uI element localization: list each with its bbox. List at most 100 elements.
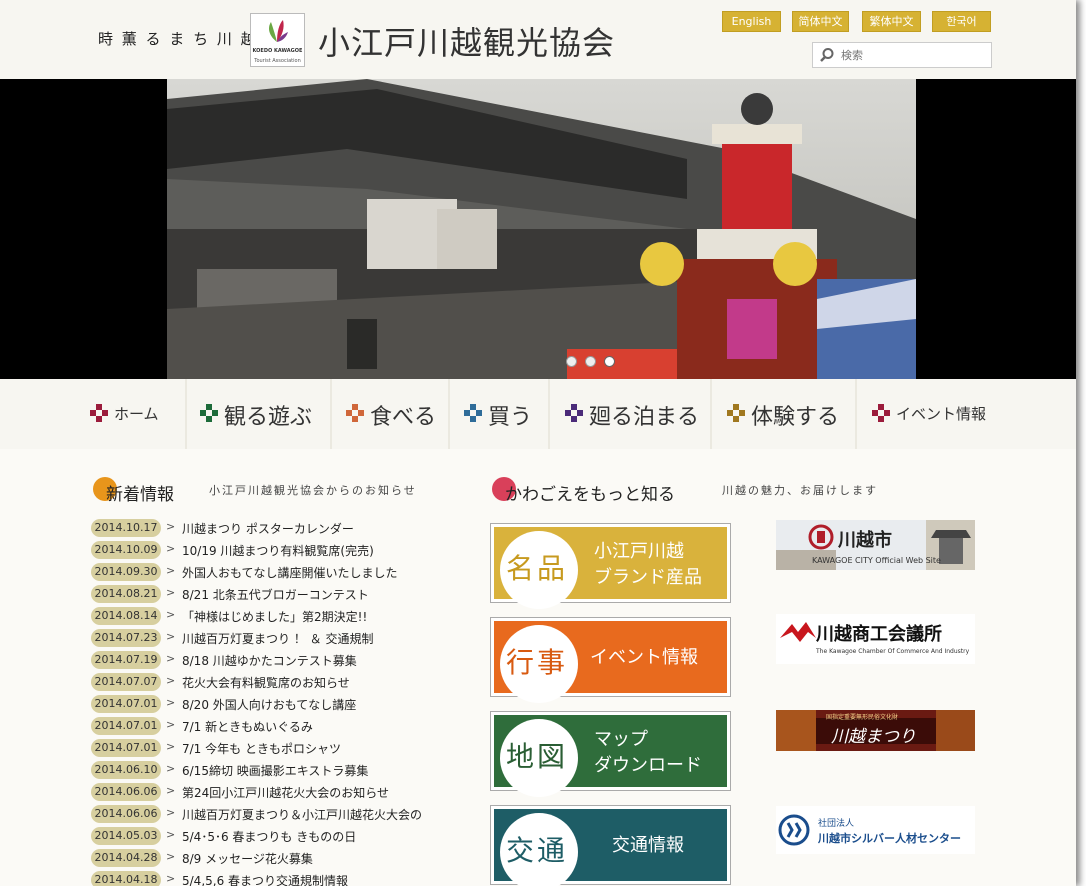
ad-kawagoe-matsuri[interactable]: 国指定重要無形民俗文化財 川越まつり [776,710,975,751]
nav-label: 廻る泊まる [589,405,700,430]
news-date: 2014.06.06 [91,783,161,801]
know-button-transport[interactable]: 交通 交通情報 [491,806,730,886]
know-button-brand-products[interactable]: 名品 小江戸川越 ブランド産品 [491,524,730,609]
ad-sub: The Kawagoe Chamber Of Commerce And Indu… [816,648,970,655]
main-nav: ホーム 観る遊ぶ 食べる 買う 廻る泊まる 体験する イベント情報 [0,379,1076,449]
chevron-right-icon: > [166,542,176,555]
chevron-right-icon: > [166,630,176,643]
ad-kawagoe-city[interactable]: 川越市 KAWAGOE CITY Official Web Site [776,520,975,570]
news-title: 新着情報 [106,485,174,505]
chamber-logo-icon [780,622,816,642]
news-link[interactable]: 6/15締切 映画撮影エキストラ募集 [182,762,368,779]
logo-text: KOEDO KAWAGOE [252,48,303,54]
slider-dot-2[interactable] [585,356,596,367]
news-link[interactable]: 8/20 外国人向けおもてなし講座 [182,696,356,713]
news-date: 2014.04.18 [91,871,161,886]
nav-divider [330,379,332,449]
nav-divider [448,379,450,449]
ad-sub: KAWAGOE CITY Official Web Site [812,556,941,565]
news-date: 2014.07.23 [91,629,161,647]
know-button-label: 交通情報 [612,835,684,856]
news-link[interactable]: 外国人おもてなし講座開催いたしました [182,564,398,581]
slider-dot-1[interactable] [566,356,577,367]
lang-simplified-chinese-button[interactable]: 简体中文 [792,11,849,32]
news-link[interactable]: 第24回小江戸川越花火大会のお知らせ [182,784,389,801]
nav-label: 観る遊ぶ [224,405,313,430]
news-date: 2014.08.14 [91,607,161,625]
logo-leaf-icon [269,20,288,42]
news-link[interactable]: 川越まつり ポスターカレンダー [182,520,354,537]
chevron-right-icon: > [166,586,176,599]
news-link[interactable]: 5/4･5･6 春まつりも きものの日 [182,828,356,845]
search-box[interactable] [812,42,992,68]
news-link[interactable]: 10/19 川越まつり有料観覧席(完売) [182,542,374,559]
ad-chamber-of-commerce[interactable]: 川越商工会議所 The Kawagoe Chamber Of Commerce … [776,614,975,664]
news-date: 2014.09.30 [91,563,161,581]
news-date: 2014.07.07 [91,673,161,691]
news-date: 2014.07.01 [91,739,161,757]
nav-label: ホーム [114,405,159,423]
news-link[interactable]: 川越百万灯夏まつり＆小江戸川越花火大会の [182,806,422,823]
news-date: 2014.10.09 [91,541,161,559]
news-date: 2014.04.28 [91,849,161,867]
news-link[interactable]: 8/18 川越ゆかたコンテスト募集 [182,652,357,669]
flower-bullet-icon [464,404,482,422]
flower-bullet-icon [200,404,218,422]
news-link[interactable]: 花火大会有料観覧席のお知らせ [182,674,350,691]
know-subtitle: 川越の魅力、お届けします [722,484,878,497]
chevron-right-icon: > [166,784,176,797]
flower-bullet-icon [565,404,583,422]
ad-sub: 社団法人 [818,819,855,829]
site-header: 時 薫 る ま ち 川 越 KOEDO KAWAGOE Tourist Asso… [0,0,1076,79]
lang-traditional-chinese-button[interactable]: 繁体中文 [862,11,921,32]
ad-title: 川越商工会議所 [816,624,942,645]
know-button-events[interactable]: 行事 イベント情報 [491,618,730,703]
news-date: 2014.06.10 [91,761,161,779]
chevron-right-icon: > [166,718,176,731]
chevron-right-icon: > [166,762,176,775]
chevron-right-icon: > [166,564,176,577]
search-icon [820,48,834,62]
news-link[interactable]: 7/1 新ときもぬいぐるみ [182,718,313,735]
nav-divider [710,379,712,449]
nav-label: イベント情報 [896,405,987,423]
news-link[interactable]: 5/4,5,6 春まつり交通規制情報 [182,872,348,886]
news-date: 2014.05.03 [91,827,161,845]
know-button-label: ダウンロード [594,755,702,776]
site-title: 小江戸川越観光協会 [318,24,616,62]
flower-bullet-icon [90,404,108,422]
chevron-right-icon: > [166,696,176,709]
news-link[interactable]: 「神様はじめました」第2期決定!! [182,608,367,625]
chevron-right-icon: > [166,872,176,885]
ad-silver-center[interactable]: 社団法人 川越市シルバー人材センター [776,806,975,854]
flower-bullet-icon [872,404,890,422]
know-button-label: マップ [594,729,648,750]
logo-sub: Tourist Association [254,58,301,64]
chevron-right-icon: > [166,608,176,621]
news-link[interactable]: 8/9 メッセージ花火募集 [182,850,313,867]
know-button-map-download[interactable]: 地図 マップダウンロード [491,712,730,797]
nav-label: 体験する [751,405,840,430]
lang-korean-button[interactable]: 한국어 [932,11,991,32]
nav-label: 買う [488,405,533,430]
know-button-kanji: 交通 [506,834,569,867]
know-button-label: ブランド産品 [594,567,702,588]
silver-center-logo-icon [778,814,810,846]
flower-bullet-icon [346,404,364,422]
slider-dot-3[interactable] [604,356,615,367]
news-subtitle: 小江戸川越観光協会からのお知らせ [209,484,417,497]
chevron-right-icon: > [166,850,176,863]
know-button-kanji: 地図 [506,740,569,773]
nav-label: 食べる [370,405,437,430]
news-link[interactable]: 川越百万灯夏まつり ！ ＆ 交通規制 [182,630,373,647]
chevron-right-icon: > [166,674,176,687]
search-input[interactable] [839,46,983,64]
news-link[interactable]: 7/1 今年も ときもポロシャツ [182,740,341,757]
news-date: 2014.07.01 [91,717,161,735]
chevron-right-icon: > [166,652,176,665]
nav-divider [855,379,857,449]
lang-english-button[interactable]: English [722,11,781,32]
know-title: かわごえをもっと知る [505,485,675,505]
news-link[interactable]: 8/21 北条五代ブロガーコンテスト [182,586,369,603]
site-logo[interactable]: KOEDO KAWAGOE Tourist Association [250,13,305,67]
